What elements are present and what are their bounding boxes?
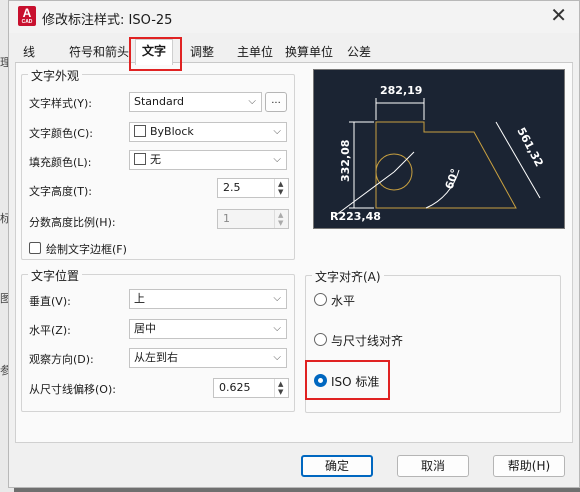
spinner-buttons[interactable]: ▲ ▼: [274, 379, 288, 397]
preview-shape: [375, 121, 517, 209]
vertical-combo[interactable]: 上 ⌵: [129, 289, 287, 309]
dimension-style-dialog: A CAD 修改标注样式: ISO-25 ✕ 线 符号和箭头 文字 调整 主单位…: [8, 0, 580, 488]
color-swatch: [134, 153, 146, 165]
view-direction-value: 从左到右: [134, 351, 178, 364]
color-swatch: [134, 125, 146, 137]
text-color-value: ByBlock: [150, 125, 194, 138]
chevron-down-icon: ⌵: [248, 96, 256, 107]
text-color-combo[interactable]: ByBlock ⌵: [129, 122, 287, 142]
tab-primary-units[interactable]: 主单位: [237, 43, 273, 63]
chevron-down-icon: ⌵: [273, 126, 281, 137]
help-button[interactable]: 帮助(H): [493, 455, 565, 477]
tab-bar: 线 符号和箭头 文字 调整 主单位 换算单位 公差: [15, 39, 573, 65]
fraction-scale-spinner: 1 ▲ ▼: [217, 209, 289, 229]
dialog-title: 修改标注样式: ISO-25: [42, 13, 173, 28]
offset-spinner[interactable]: 0.625 ▲ ▼: [213, 378, 289, 398]
text-style-label: 文字样式(Y):: [29, 97, 93, 110]
dimension-preview: 282,19 332,08 561,32 60° R223,48: [313, 69, 565, 229]
spinner-buttons[interactable]: ▲ ▼: [274, 179, 288, 197]
fill-color-value: 无: [150, 153, 161, 166]
chevron-down-icon: ⌵: [273, 352, 281, 363]
view-direction-label: 观察方向(D):: [29, 353, 94, 366]
ok-button[interactable]: 确定: [301, 455, 373, 477]
app-icon-letter: A: [22, 6, 32, 20]
close-icon[interactable]: ✕: [550, 5, 567, 25]
spin-up-icon[interactable]: ▲: [278, 381, 283, 388]
preview-dim-left: 332,08: [339, 140, 352, 182]
draw-frame-label: 绘制文字边框(F): [46, 243, 127, 256]
spin-down-icon[interactable]: ▼: [278, 389, 283, 396]
text-height-spinner[interactable]: 2.5 ▲ ▼: [217, 178, 289, 198]
text-placement-label: 文字位置: [28, 267, 83, 284]
chevron-down-icon: ⌵: [273, 323, 281, 334]
spin-up-icon[interactable]: ▲: [278, 181, 283, 188]
app-icon-sub: CAD: [21, 19, 33, 25]
dimension-lines: [335, 98, 541, 216]
vertical-value: 上: [134, 292, 145, 305]
align-horizontal-label: 水平: [331, 294, 356, 308]
title-bar: A CAD 修改标注样式: ISO-25 ✕: [9, 1, 579, 33]
text-style-combo[interactable]: Standard ⌵: [129, 92, 262, 112]
spin-up-icon: ▲: [278, 211, 284, 219]
offset-value: 0.625: [219, 381, 251, 394]
preview-angle: 60°: [443, 167, 462, 191]
chevron-down-icon: ⌵: [273, 293, 281, 304]
preview-dim-top: 282,19: [380, 84, 422, 97]
view-direction-combo[interactable]: 从左到右 ⌵: [129, 348, 287, 368]
fraction-scale-label: 分数高度比例(H):: [29, 216, 116, 229]
spin-down-icon[interactable]: ▼: [278, 189, 283, 196]
fraction-scale-value: 1: [223, 212, 230, 225]
text-style-value: Standard: [134, 95, 185, 108]
autocad-app-icon: A CAD: [18, 6, 36, 26]
fill-color-label: 填充颜色(L):: [29, 156, 92, 169]
text-height-value: 2.5: [223, 181, 241, 194]
text-height-label: 文字高度(T):: [29, 185, 93, 198]
text-color-label: 文字颜色(C):: [29, 127, 93, 140]
text-alignment-label: 文字对齐(A): [312, 268, 384, 285]
chevron-down-icon: ⌵: [273, 154, 281, 165]
tab-text[interactable]: 文字: [135, 39, 174, 65]
align-iso-radio[interactable]: [314, 374, 327, 387]
tab-lines[interactable]: 线: [23, 43, 35, 63]
preview-drawing: 282,19 332,08 561,32 60° R223,48: [330, 84, 546, 223]
text-appearance-label: 文字外观: [28, 67, 83, 84]
preview-radius: R223,48: [330, 210, 381, 223]
text-style-more-button[interactable]: ...: [265, 92, 287, 112]
align-iso-label: ISO 标准: [331, 375, 380, 389]
fill-color-combo[interactable]: 无 ⌵: [129, 150, 287, 170]
spinner-buttons: ▲ ▼: [274, 210, 288, 228]
vertical-label: 垂直(V):: [29, 295, 71, 308]
tab-alternate-units[interactable]: 换算单位: [285, 43, 333, 63]
cancel-button[interactable]: 取消: [397, 455, 469, 477]
tab-tolerances[interactable]: 公差: [347, 43, 371, 63]
horizontal-combo[interactable]: 居中 ⌵: [129, 319, 287, 339]
align-with-dimline-label: 与尺寸线对齐: [331, 334, 404, 348]
horizontal-label: 水平(Z):: [29, 324, 71, 337]
tab-fit[interactable]: 调整: [190, 43, 214, 63]
align-horizontal-radio[interactable]: [314, 293, 327, 306]
horizontal-value: 居中: [134, 322, 156, 335]
draw-frame-checkbox[interactable]: [29, 242, 41, 254]
spin-down-icon: ▼: [278, 219, 284, 227]
tab-symbols-arrows[interactable]: 符号和箭头: [69, 43, 129, 63]
offset-label: 从尺寸线偏移(O):: [29, 383, 116, 396]
align-with-dimline-radio[interactable]: [314, 333, 327, 346]
